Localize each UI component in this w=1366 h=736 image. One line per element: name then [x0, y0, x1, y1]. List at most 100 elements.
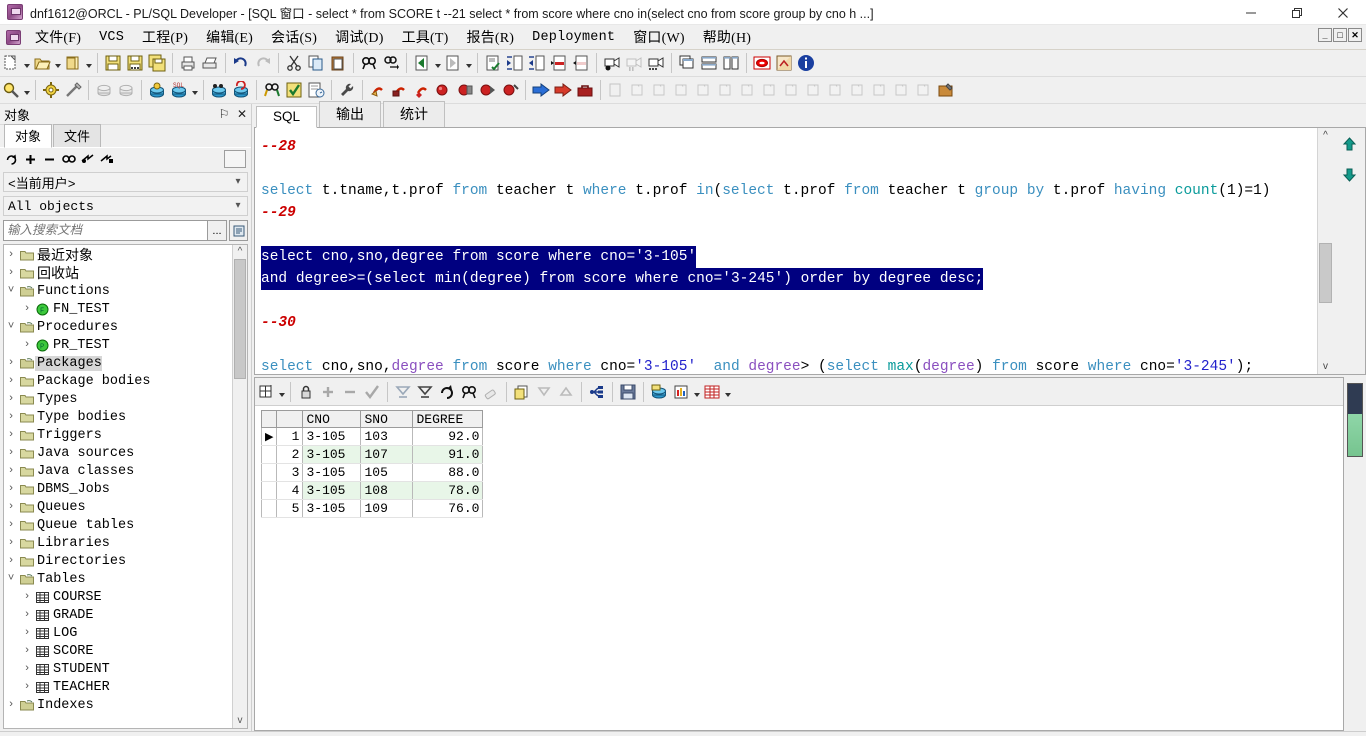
column-header-sno[interactable]: SNO — [360, 410, 414, 428]
browser-icon-11[interactable] — [825, 79, 847, 101]
scroll-down-icon[interactable]: v — [1323, 359, 1328, 374]
tree-item-child[interactable]: › COURSE — [4, 588, 232, 606]
menu-tools[interactable]: 工具(T) — [393, 25, 458, 49]
redo-icon[interactable] — [252, 52, 274, 74]
mdi-minimize-button[interactable]: _ — [1318, 28, 1332, 42]
chevron-down-icon[interactable] — [53, 52, 62, 74]
filter-preview-box[interactable] — [224, 150, 246, 168]
commit-icon[interactable] — [93, 79, 115, 101]
tree-item[interactable]: › Triggers — [4, 426, 232, 444]
sql-editor[interactable]: --28 select t.tname,t.prof from teacher … — [255, 128, 1317, 374]
tree-item-child[interactable]: › SCORE — [4, 642, 232, 660]
browser-icon-8[interactable] — [759, 79, 781, 101]
copy-icon[interactable] — [305, 52, 327, 74]
tab-sql[interactable]: SQL — [256, 106, 318, 128]
chevron-right-icon[interactable]: › — [4, 519, 18, 531]
fetch-next-page-icon[interactable] — [392, 381, 414, 403]
cell-degree[interactable]: 88.0 — [412, 463, 484, 482]
next-page-icon[interactable] — [442, 52, 464, 74]
cell-cno[interactable]: 3-105 — [302, 499, 362, 518]
fetch-last-page-icon[interactable] — [414, 381, 436, 403]
results-table[interactable]: CNO SNO DEGREE ▶ 1 3-105 103 92.0 2 3-105 107 91… — [260, 410, 484, 518]
close-icon[interactable]: ✕ — [233, 107, 251, 122]
scroll-up-icon[interactable]: ^ — [238, 245, 243, 259]
scroll-up-arrow-icon[interactable] — [1341, 136, 1358, 158]
filter-icon[interactable] — [79, 150, 96, 168]
browser-icon-10[interactable] — [803, 79, 825, 101]
column-header-cno[interactable]: CNO — [302, 410, 362, 428]
chevron-down-icon[interactable] — [692, 381, 701, 403]
chevron-right-icon[interactable]: › — [4, 447, 18, 459]
tree-item[interactable]: › Packages — [4, 354, 232, 372]
menu-project[interactable]: 工程(P) — [133, 25, 197, 49]
tree-item[interactable]: ˅ Functions — [4, 282, 232, 300]
session-info-icon[interactable] — [305, 79, 327, 101]
chart-icon[interactable] — [670, 381, 692, 403]
chevron-right-icon[interactable]: › — [20, 303, 34, 315]
save-as-icon[interactable] — [124, 52, 146, 74]
test-window-icon[interactable] — [208, 79, 230, 101]
chevron-right-icon[interactable]: › — [4, 267, 18, 279]
table-row[interactable]: ▶ 1 3-105 103 92.0 — [260, 427, 484, 446]
chevron-down-icon[interactable] — [464, 52, 473, 74]
menu-debug[interactable]: 调试(D) — [326, 25, 392, 49]
tree-item-child[interactable]: › GRADE — [4, 606, 232, 624]
menu-vcs[interactable]: VCS — [90, 28, 133, 47]
chevron-down-icon[interactable]: ▾ — [229, 200, 247, 212]
chevron-right-icon[interactable]: › — [20, 339, 34, 351]
menu-edit[interactable]: 编辑(E) — [197, 25, 262, 49]
scroll-up-icon[interactable]: ^ — [1323, 128, 1328, 143]
break-icon[interactable] — [751, 52, 773, 74]
find-objects-icon[interactable] — [60, 150, 77, 168]
scroll-down-arrow-icon[interactable] — [1341, 166, 1358, 188]
menu-file[interactable]: 文件(F) — [26, 25, 90, 49]
cell-sno[interactable]: 108 — [360, 481, 414, 500]
breakpoint5-icon[interactable] — [499, 79, 521, 101]
debug-erase-icon[interactable] — [389, 79, 411, 101]
open-folder-icon[interactable] — [31, 52, 53, 74]
column-header-degree[interactable]: DEGREE — [412, 410, 484, 428]
chevron-right-icon[interactable]: › — [4, 537, 18, 549]
tree-item[interactable]: › Java classes — [4, 462, 232, 480]
chevron-right-icon[interactable]: › — [4, 375, 18, 387]
cell-cno[interactable]: 3-105 — [302, 481, 362, 500]
chevron-right-icon[interactable]: › — [4, 411, 18, 423]
tree-item[interactable]: › 最近对象 — [4, 246, 232, 264]
menu-deployment[interactable]: Deployment — [523, 28, 624, 47]
refresh-icon[interactable] — [436, 381, 458, 403]
browser-icon-9[interactable] — [781, 79, 803, 101]
indent-icon[interactable] — [504, 52, 526, 74]
save-all-icon[interactable] — [146, 52, 168, 74]
chevron-right-icon[interactable]: › — [20, 663, 34, 675]
export-icon[interactable] — [773, 52, 795, 74]
print-preview-icon[interactable] — [199, 52, 221, 74]
chevron-down-icon[interactable]: ˅ — [4, 285, 18, 297]
chevron-right-icon[interactable]: › — [4, 357, 18, 369]
print-icon[interactable] — [177, 52, 199, 74]
mdi-close-button[interactable]: ✕ — [1348, 28, 1362, 42]
sql-window-icon[interactable]: SQL — [168, 79, 190, 101]
toolbox-icon[interactable] — [574, 79, 596, 101]
object-type-select[interactable]: All objects ▾ — [3, 196, 248, 216]
test-script-icon[interactable] — [482, 52, 504, 74]
pause-macro-icon[interactable] — [623, 52, 645, 74]
check-sheet-icon[interactable] — [283, 79, 305, 101]
chevron-right-icon[interactable]: › — [4, 393, 18, 405]
chevron-down-icon[interactable]: ▾ — [229, 176, 247, 188]
delete-row-icon[interactable] — [339, 381, 361, 403]
tab-objects[interactable]: 对象 — [4, 124, 53, 148]
beautifier-icon[interactable] — [40, 79, 62, 101]
browser-icon-12[interactable] — [847, 79, 869, 101]
browser-icon-14[interactable] — [891, 79, 913, 101]
tree-item[interactable]: ˅ Procedures — [4, 318, 232, 336]
cascade-windows-icon[interactable] — [676, 52, 698, 74]
tile-horizontal-icon[interactable] — [698, 52, 720, 74]
tree-item-child[interactable]: › LOG — [4, 624, 232, 642]
breakpoint2-icon[interactable] — [433, 79, 455, 101]
menu-help[interactable]: 帮助(H) — [694, 25, 760, 49]
scroll-down-icon[interactable]: v — [238, 714, 243, 728]
table-row[interactable]: 4 3-105 108 78.0 — [260, 481, 484, 500]
chevron-down-icon[interactable] — [723, 381, 732, 403]
table-row[interactable]: 2 3-105 107 91.0 — [260, 445, 484, 464]
table-row[interactable]: 5 3-105 109 76.0 — [260, 499, 484, 518]
